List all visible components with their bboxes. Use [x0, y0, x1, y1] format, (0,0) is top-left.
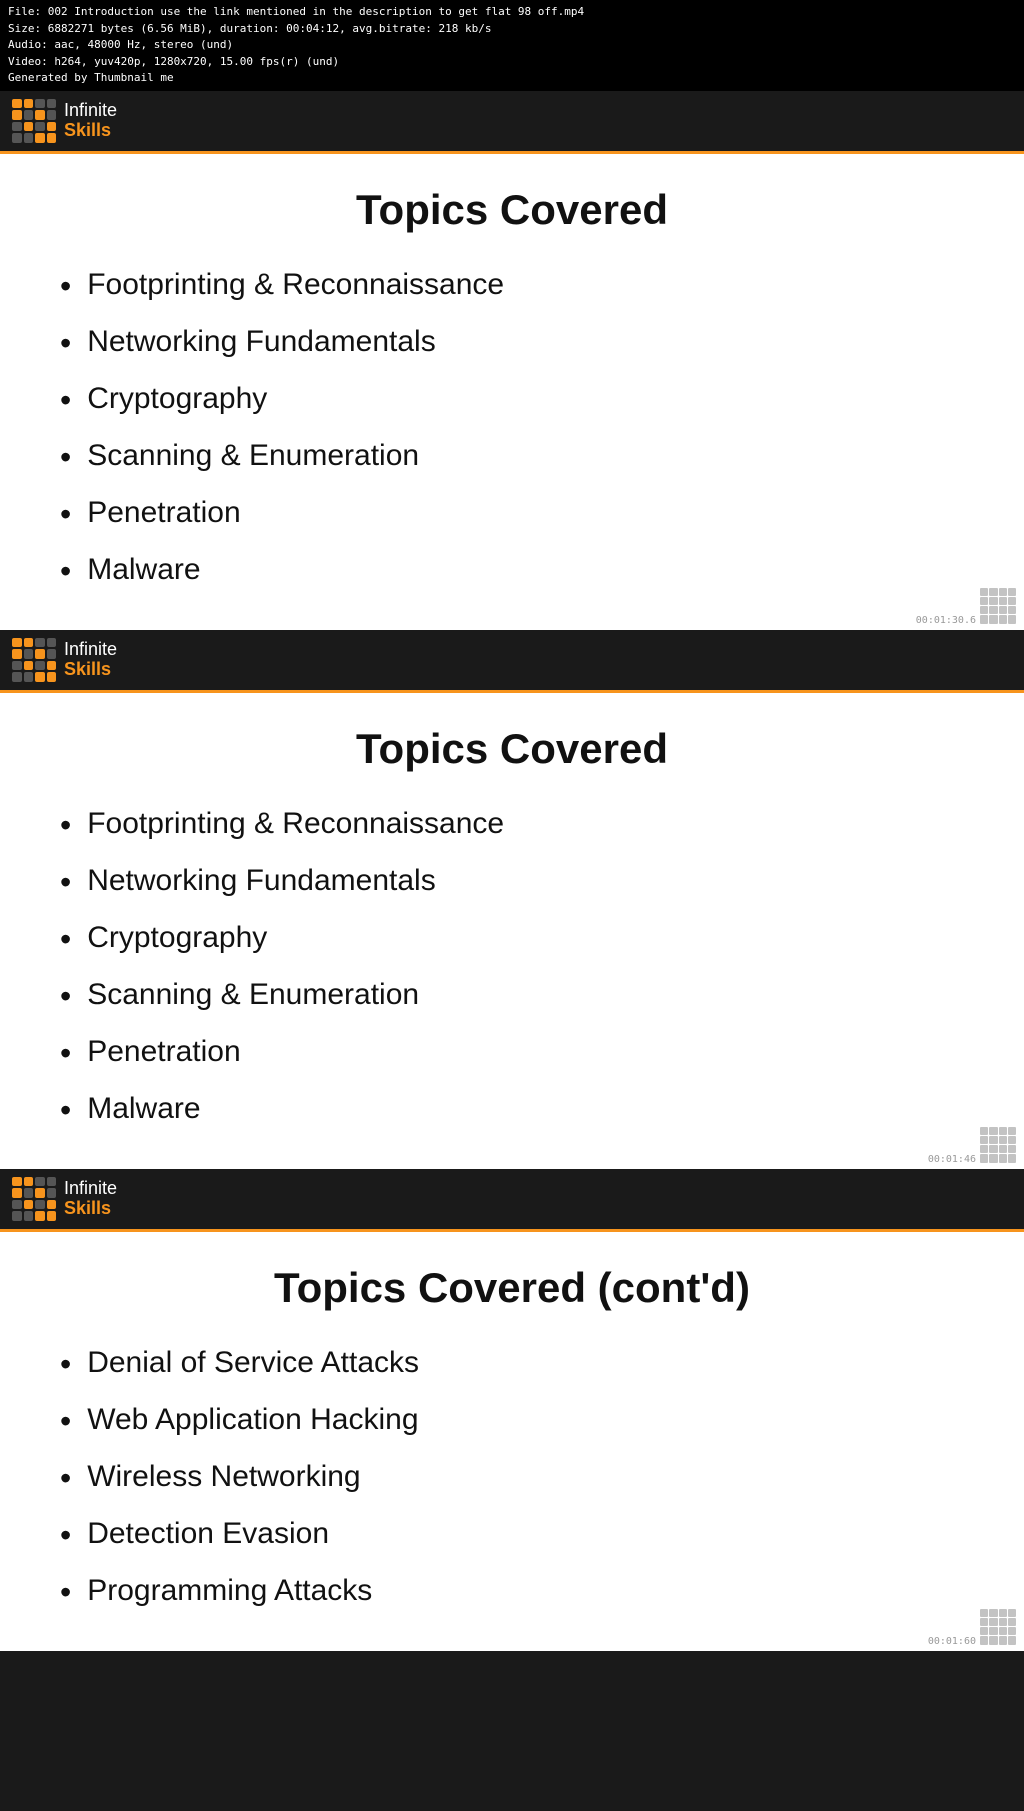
watermark-3: [980, 1609, 1016, 1645]
list-item: Wireless Networking: [60, 1450, 964, 1507]
header-bar-1: Infinite Skills: [0, 91, 1024, 154]
logo-2: Infinite Skills: [12, 638, 117, 682]
list-item: Detection Evasion: [60, 1507, 964, 1564]
list-item: Networking Fundamentals: [60, 854, 964, 911]
file-info-line1: File: 002 Introduction use the link ment…: [8, 4, 1016, 21]
list-item: Web Application Hacking: [60, 1393, 964, 1450]
list-item: Footprinting & Reconnaissance: [60, 258, 964, 315]
file-info-line5: Generated by Thumbnail me: [8, 70, 1016, 87]
slide-2-list: Footprinting & ReconnaissanceNetworking …: [0, 797, 1024, 1169]
slide-1-title: Topics Covered: [0, 154, 1024, 258]
list-item: Penetration: [60, 1025, 964, 1082]
file-info-bar: File: 002 Introduction use the link ment…: [0, 0, 1024, 91]
list-item: Malware: [60, 1082, 964, 1139]
slide-panel-2: Topics Covered Footprinting & Reconnaiss…: [0, 693, 1024, 1169]
slide-3-list: Denial of Service AttacksWeb Application…: [0, 1336, 1024, 1651]
list-item: Cryptography: [60, 372, 964, 429]
file-info-line3: Audio: aac, 48000 Hz, stereo (und): [8, 37, 1016, 54]
logo-grid-3: [12, 1177, 56, 1221]
logo-1: Infinite Skills: [12, 99, 117, 143]
header-bar-3: Infinite Skills: [0, 1169, 1024, 1232]
list-item: Footprinting & Reconnaissance: [60, 797, 964, 854]
logo-text-2: Infinite Skills: [64, 640, 117, 680]
list-item: Malware: [60, 543, 964, 600]
file-info-line4: Video: h264, yuv420p, 1280x720, 15.00 fp…: [8, 54, 1016, 71]
list-item: Networking Fundamentals: [60, 315, 964, 372]
logo-text-3: Infinite Skills: [64, 1179, 117, 1219]
watermark-1: [980, 588, 1016, 624]
slide-1-timestamp: 00:01:30.6: [916, 615, 976, 626]
header-bar-2: Infinite Skills: [0, 630, 1024, 693]
list-item: Programming Attacks: [60, 1564, 964, 1621]
slide-2-title: Topics Covered: [0, 693, 1024, 797]
list-item: Denial of Service Attacks: [60, 1336, 964, 1393]
slide-2-timestamp: 00:01:46: [928, 1154, 976, 1165]
slide-panel-1: Topics Covered Footprinting & Reconnaiss…: [0, 154, 1024, 630]
list-item: Scanning & Enumeration: [60, 968, 964, 1025]
list-item: Cryptography: [60, 911, 964, 968]
list-item: Scanning & Enumeration: [60, 429, 964, 486]
logo-text-1: Infinite Skills: [64, 101, 117, 141]
watermark-2: [980, 1127, 1016, 1163]
file-info-line2: Size: 6882271 bytes (6.56 MiB), duration…: [8, 21, 1016, 38]
list-item: Penetration: [60, 486, 964, 543]
slide-1-list: Footprinting & ReconnaissanceNetworking …: [0, 258, 1024, 630]
logo-grid-2: [12, 638, 56, 682]
logo-grid-1: [12, 99, 56, 143]
slide-panel-3: Topics Covered (cont'd) Denial of Servic…: [0, 1232, 1024, 1651]
logo-3: Infinite Skills: [12, 1177, 117, 1221]
slide-3-timestamp: 00:01:60: [928, 1636, 976, 1647]
slide-3-title: Topics Covered (cont'd): [0, 1232, 1024, 1336]
